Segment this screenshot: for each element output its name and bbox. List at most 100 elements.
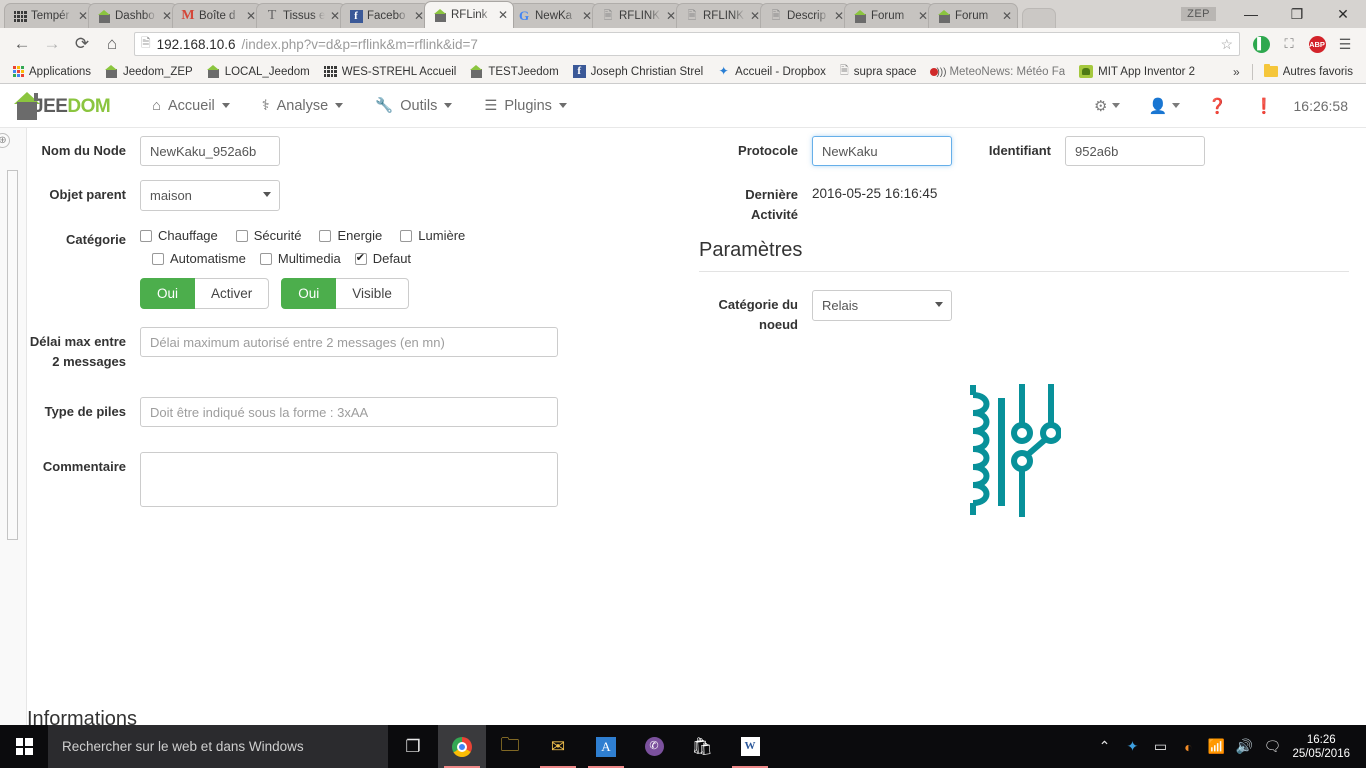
checkbox-box[interactable]: [319, 229, 332, 242]
bookmark-mit-app-inventor[interactable]: MIT App Inventor 2: [1072, 63, 1202, 80]
battery-type-input[interactable]: [140, 397, 558, 427]
checkbox-multimedia[interactable]: Multimedia: [259, 251, 341, 266]
identifier-input[interactable]: [1065, 136, 1205, 166]
info-icon[interactable]: ❗: [1241, 97, 1288, 115]
bookmark-dropbox[interactable]: ✦ Accueil - Dropbox: [710, 63, 833, 80]
tab-close-icon[interactable]: ✕: [1001, 9, 1013, 23]
checkbox-box[interactable]: [400, 229, 413, 242]
minimize-button[interactable]: —: [1228, 0, 1274, 28]
home-icon[interactable]: ⌂: [98, 30, 126, 58]
checkbox-box[interactable]: [259, 252, 272, 265]
browser-tab[interactable]: T Tissus e ✕: [256, 3, 346, 28]
parent-object-select[interactable]: maison: [140, 180, 280, 211]
taskbar-app-viber[interactable]: ✆: [630, 725, 678, 768]
windows-search-box[interactable]: Rechercher sur le web et dans Windows: [48, 725, 388, 768]
parameters-heading: Paramètres: [699, 239, 1349, 272]
chevron-up-icon[interactable]: ⌃: [1090, 725, 1118, 768]
cast-icon[interactable]: ⛶: [1276, 31, 1302, 57]
browser-tab[interactable]: 🗎 RFLINK ✕: [592, 3, 682, 28]
checkbox-automatisme[interactable]: Automatisme: [152, 251, 246, 266]
comment-textarea[interactable]: [140, 452, 558, 507]
browser-tab[interactable]: f Facebo ✕: [340, 3, 430, 28]
grid-icon: [323, 66, 337, 77]
browser-tab[interactable]: Dashbo ✕: [88, 3, 178, 28]
expand-panel-icon[interactable]: ⊕: [0, 133, 10, 148]
toggle-visible-off[interactable]: Visible: [336, 278, 409, 309]
browser-tab[interactable]: 🗎 Descrip ✕: [760, 3, 850, 28]
node-name-input[interactable]: [140, 136, 280, 166]
bookmark-star-icon[interactable]: ☆: [1220, 36, 1233, 53]
label-last-activity: Dernière Activité: [745, 187, 798, 222]
taskbar-app-file-explorer[interactable]: 🗀: [486, 725, 534, 768]
address-bar[interactable]: 🗎 192.168.10.6 /index.php?v=d&p=rflink&m…: [134, 32, 1240, 56]
battery-icon[interactable]: ▭: [1146, 725, 1174, 768]
pushbullet-icon[interactable]: ▌: [1248, 31, 1274, 57]
checkbox-box[interactable]: [235, 229, 248, 242]
chrome-menu-icon[interactable]: ☰: [1332, 31, 1358, 57]
bookmark-facebook[interactable]: f Joseph Christian Strel: [566, 63, 711, 80]
taskbar-clock[interactable]: 16:26 25/05/2016: [1286, 733, 1360, 761]
tab-close-icon[interactable]: ✕: [497, 8, 509, 22]
checkbox-label: Defaut: [372, 251, 412, 266]
node-category-select[interactable]: Relais: [812, 290, 952, 321]
maximize-button[interactable]: ❐: [1274, 0, 1320, 28]
bookmarks-overflow-icon[interactable]: »: [1225, 63, 1248, 81]
volume-icon[interactable]: 🔊: [1230, 725, 1258, 768]
task-view-icon[interactable]: ❐: [388, 725, 438, 768]
notifications-icon[interactable]: 🗨: [1258, 725, 1286, 768]
checkbox-box[interactable]: [354, 251, 367, 265]
checkbox-energie[interactable]: Energie: [319, 228, 382, 243]
browser-tab-active[interactable]: RFLink ✕: [424, 1, 514, 28]
toggle-activer-off[interactable]: Activer: [195, 278, 270, 309]
help-icon[interactable]: ❓: [1194, 97, 1241, 115]
page-info-icon[interactable]: 🗎: [141, 34, 151, 55]
close-window-button[interactable]: ✕: [1320, 0, 1366, 28]
forward-icon[interactable]: →: [38, 30, 66, 58]
back-icon[interactable]: ←: [8, 30, 36, 58]
jeedom-logo[interactable]: JEEDOM: [14, 91, 111, 120]
wifi-icon[interactable]: 📶: [1202, 725, 1230, 768]
nav-item-accueil[interactable]: ⌂ Accueil: [136, 84, 246, 128]
taskbar-app-acrobat[interactable]: A: [582, 725, 630, 768]
checkbox-securite[interactable]: Sécurité: [235, 228, 301, 243]
browser-tab[interactable]: Forum ✕: [928, 3, 1018, 28]
checkbox-chauffage[interactable]: Chauffage: [140, 228, 218, 243]
bookmark-wes-strehl[interactable]: WES-STREHL Accueil: [317, 64, 464, 80]
nav-item-analyse[interactable]: ⚕ Analyse: [246, 84, 359, 128]
checkbox-box[interactable]: [140, 229, 152, 242]
checkbox-defaut[interactable]: Defaut: [354, 251, 412, 266]
other-bookmarks-folder[interactable]: Autres favoris: [1257, 64, 1360, 80]
bookmark-testjeedom[interactable]: TESTJeedom: [463, 63, 565, 80]
bookmark-applications[interactable]: Applications: [6, 64, 98, 80]
checkbox-box[interactable]: [152, 252, 164, 265]
user-icon[interactable]: 👤: [1134, 97, 1194, 115]
bookmark-local-jeedom[interactable]: LOCAL_Jeedom: [200, 63, 317, 80]
bookmark-supra-space[interactable]: 🗎 supra space: [833, 60, 924, 83]
sync-icon[interactable]: ◐: [1174, 725, 1202, 768]
taskbar-app-word[interactable]: W: [726, 725, 774, 768]
toggle-activer-on[interactable]: Oui: [140, 278, 196, 309]
checkbox-lumiere[interactable]: Lumière: [400, 228, 465, 243]
browser-tab[interactable]: G NewKa ✕: [508, 3, 598, 28]
browser-tab[interactable]: M Boîte d ✕: [172, 3, 262, 28]
toggle-visible-on[interactable]: Oui: [281, 278, 337, 309]
taskbar-app-mail[interactable]: ✉: [534, 725, 582, 768]
nav-item-outils[interactable]: 🔧 Outils: [359, 84, 468, 128]
reload-icon[interactable]: ⟳: [68, 30, 96, 58]
bookmark-meteonews[interactable]: MeteoNews: Météo Fa: [923, 64, 1072, 80]
taskbar-app-store[interactable]: 🛍: [678, 725, 726, 768]
protocol-input[interactable]: [812, 136, 952, 166]
new-tab-button[interactable]: [1022, 8, 1056, 28]
adblock-icon[interactable]: ABP: [1304, 31, 1330, 57]
bookmark-jeedom-zep[interactable]: Jeedom_ZEP: [98, 63, 200, 80]
browser-tab[interactable]: 🗎 RFLINK ✕: [676, 3, 766, 28]
panel-scrollbar[interactable]: [7, 170, 18, 540]
settings-gear-icon[interactable]: ⚙: [1080, 97, 1134, 115]
nav-item-plugins[interactable]: ☰ Plugins: [468, 84, 583, 128]
browser-tab[interactable]: Forum ✕: [844, 3, 934, 28]
delay-max-input[interactable]: [140, 327, 558, 357]
browser-tab[interactable]: Tempér ✕: [4, 3, 94, 28]
taskbar-app-chrome[interactable]: [438, 725, 486, 768]
start-button[interactable]: [0, 725, 48, 768]
dropbox-icon[interactable]: ✦: [1118, 725, 1146, 768]
